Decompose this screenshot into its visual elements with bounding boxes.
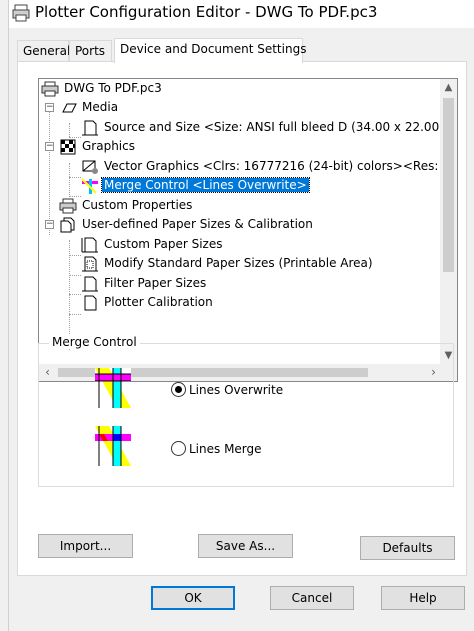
tree-item-source-size-label: Source and Size <Size: ANSI full bleed D… <box>104 120 455 134</box>
save-as-button[interactable]: Save As... <box>198 534 293 558</box>
tree-line <box>69 275 81 276</box>
tree-item-source-size[interactable]: Source and Size <Size: ANSI full bleed D… <box>81 118 456 137</box>
tree-vertical-scrollbar[interactable]: ▲ ▼ <box>440 79 457 364</box>
tree-line <box>69 255 81 256</box>
device-settings-panel: DWG To PDF.pc3 − Media Source and Size <… <box>17 61 467 576</box>
tree-item-plotter-calibration[interactable]: Plotter Calibration <box>81 293 215 312</box>
tree-item-custom-paper-sizes[interactable]: Custom Paper Sizes <box>81 235 224 254</box>
printer-icon <box>12 4 30 22</box>
tree-item-merge-control[interactable]: Merge Control <Lines Overwrite> <box>81 176 310 195</box>
tree-line <box>69 177 81 178</box>
lines-overwrite-icon <box>95 368 131 408</box>
tab-ports[interactable]: Ports <box>69 40 112 61</box>
lines-merge-icon <box>95 426 131 466</box>
tree-line <box>69 163 70 197</box>
media-paper-icon <box>62 103 77 112</box>
tree-item-media[interactable]: Media <box>59 98 120 117</box>
tab-ports-label: Ports <box>75 44 106 58</box>
tree-item-modify-standard-sizes[interactable]: Modify Standard Paper Sizes (Printable A… <box>81 254 375 273</box>
tree-item-filter-paper-sizes-label: Filter Paper Sizes <box>104 276 207 290</box>
printer-icon <box>41 81 59 96</box>
tree-item-user-defined-sizes[interactable]: User-defined Paper Sizes & Calibration <box>59 215 315 234</box>
title-bar: Plotter Configuration Editor - DWG To PD… <box>9 0 474 28</box>
tree-item-custom-properties[interactable]: Custom Properties <box>59 196 194 215</box>
tree-line <box>49 105 50 235</box>
tab-device-document-settings[interactable]: Device and Document Settings <box>114 38 307 63</box>
defaults-button[interactable]: Defaults <box>360 536 455 560</box>
tree-line <box>69 123 70 137</box>
lines-overwrite-label: Lines Overwrite <box>189 382 284 397</box>
tree-item-root-label: DWG To PDF.pc3 <box>64 81 162 95</box>
ok-button[interactable]: OK <box>151 586 235 610</box>
tree-line <box>69 314 81 315</box>
tree-line <box>69 294 81 295</box>
tree-item-graphics-label: Graphics <box>82 139 135 153</box>
collapse-media-toggle[interactable]: − <box>45 103 54 112</box>
lines-overwrite-radio[interactable] <box>171 382 186 397</box>
tree-item-vector-graphics-label: Vector Graphics <Clrs: 16777216 (24-bit)… <box>104 159 452 173</box>
tree-line <box>69 240 70 350</box>
vertical-scroll-thumb[interactable] <box>443 98 454 272</box>
tree-item-media-label: Media <box>82 100 119 114</box>
background-app-strip <box>0 0 9 631</box>
lines-merge-label: Lines Merge <box>189 441 262 456</box>
scroll-up-arrow-icon[interactable]: ▲ <box>440 79 457 96</box>
calibration-icon <box>84 295 97 310</box>
tree-item-merge-control-label: Merge Control <Lines Overwrite> <box>101 177 310 193</box>
printable-area-icon <box>82 256 98 271</box>
lines-overwrite-option[interactable]: Lines Overwrite <box>171 382 283 397</box>
tree-item-modify-standard-sizes-label: Modify Standard Paper Sizes (Printable A… <box>104 256 373 270</box>
tree-item-vector-graphics[interactable]: Vector Graphics <Clrs: 16777216 (24-bit)… <box>81 157 453 176</box>
merge-control-group: Merge Control Lines Overwrite Lines Merg… <box>38 335 454 487</box>
cancel-button[interactable]: Cancel <box>270 586 354 610</box>
tree-item-plotter-calibration-label: Plotter Calibration <box>104 295 213 309</box>
tab-general[interactable]: General <box>17 40 71 61</box>
import-button[interactable]: Import... <box>38 534 133 558</box>
graphics-checker-icon <box>60 139 76 154</box>
tab-general-label: General <box>23 44 71 58</box>
tree-item-user-defined-sizes-label: User-defined Paper Sizes & Calibration <box>82 217 313 231</box>
paper-size-icon <box>81 237 98 252</box>
filter-paper-icon <box>82 276 98 291</box>
plotter-config-dialog: Plotter Configuration Editor - DWG To PD… <box>9 0 474 631</box>
tree-item-custom-paper-sizes-label: Custom Paper Sizes <box>104 237 223 251</box>
collapse-graphics-toggle[interactable]: − <box>45 142 54 151</box>
lines-merge-option[interactable]: Lines Merge <box>171 441 262 456</box>
tab-device-document-settings-label: Device and Document Settings <box>120 42 307 56</box>
window-title: Plotter Configuration Editor - DWG To PD… <box>35 3 378 21</box>
paper-sheet-icon <box>82 120 98 135</box>
tree-item-filter-paper-sizes[interactable]: Filter Paper Sizes <box>81 274 208 293</box>
merge-control-legend: Merge Control <box>49 335 140 349</box>
help-button[interactable]: Help <box>381 586 465 610</box>
collapse-user-defined-toggle[interactable]: − <box>45 220 54 229</box>
tree-item-root[interactable]: DWG To PDF.pc3 <box>41 79 164 98</box>
vector-graphics-icon <box>82 160 98 174</box>
tree-item-custom-properties-label: Custom Properties <box>82 198 193 212</box>
merge-control-icon <box>81 177 98 194</box>
tree-item-graphics[interactable]: Graphics <box>59 137 137 156</box>
printer-properties-icon <box>59 198 77 213</box>
lines-merge-radio[interactable] <box>171 441 186 456</box>
paper-stack-icon <box>60 217 75 232</box>
